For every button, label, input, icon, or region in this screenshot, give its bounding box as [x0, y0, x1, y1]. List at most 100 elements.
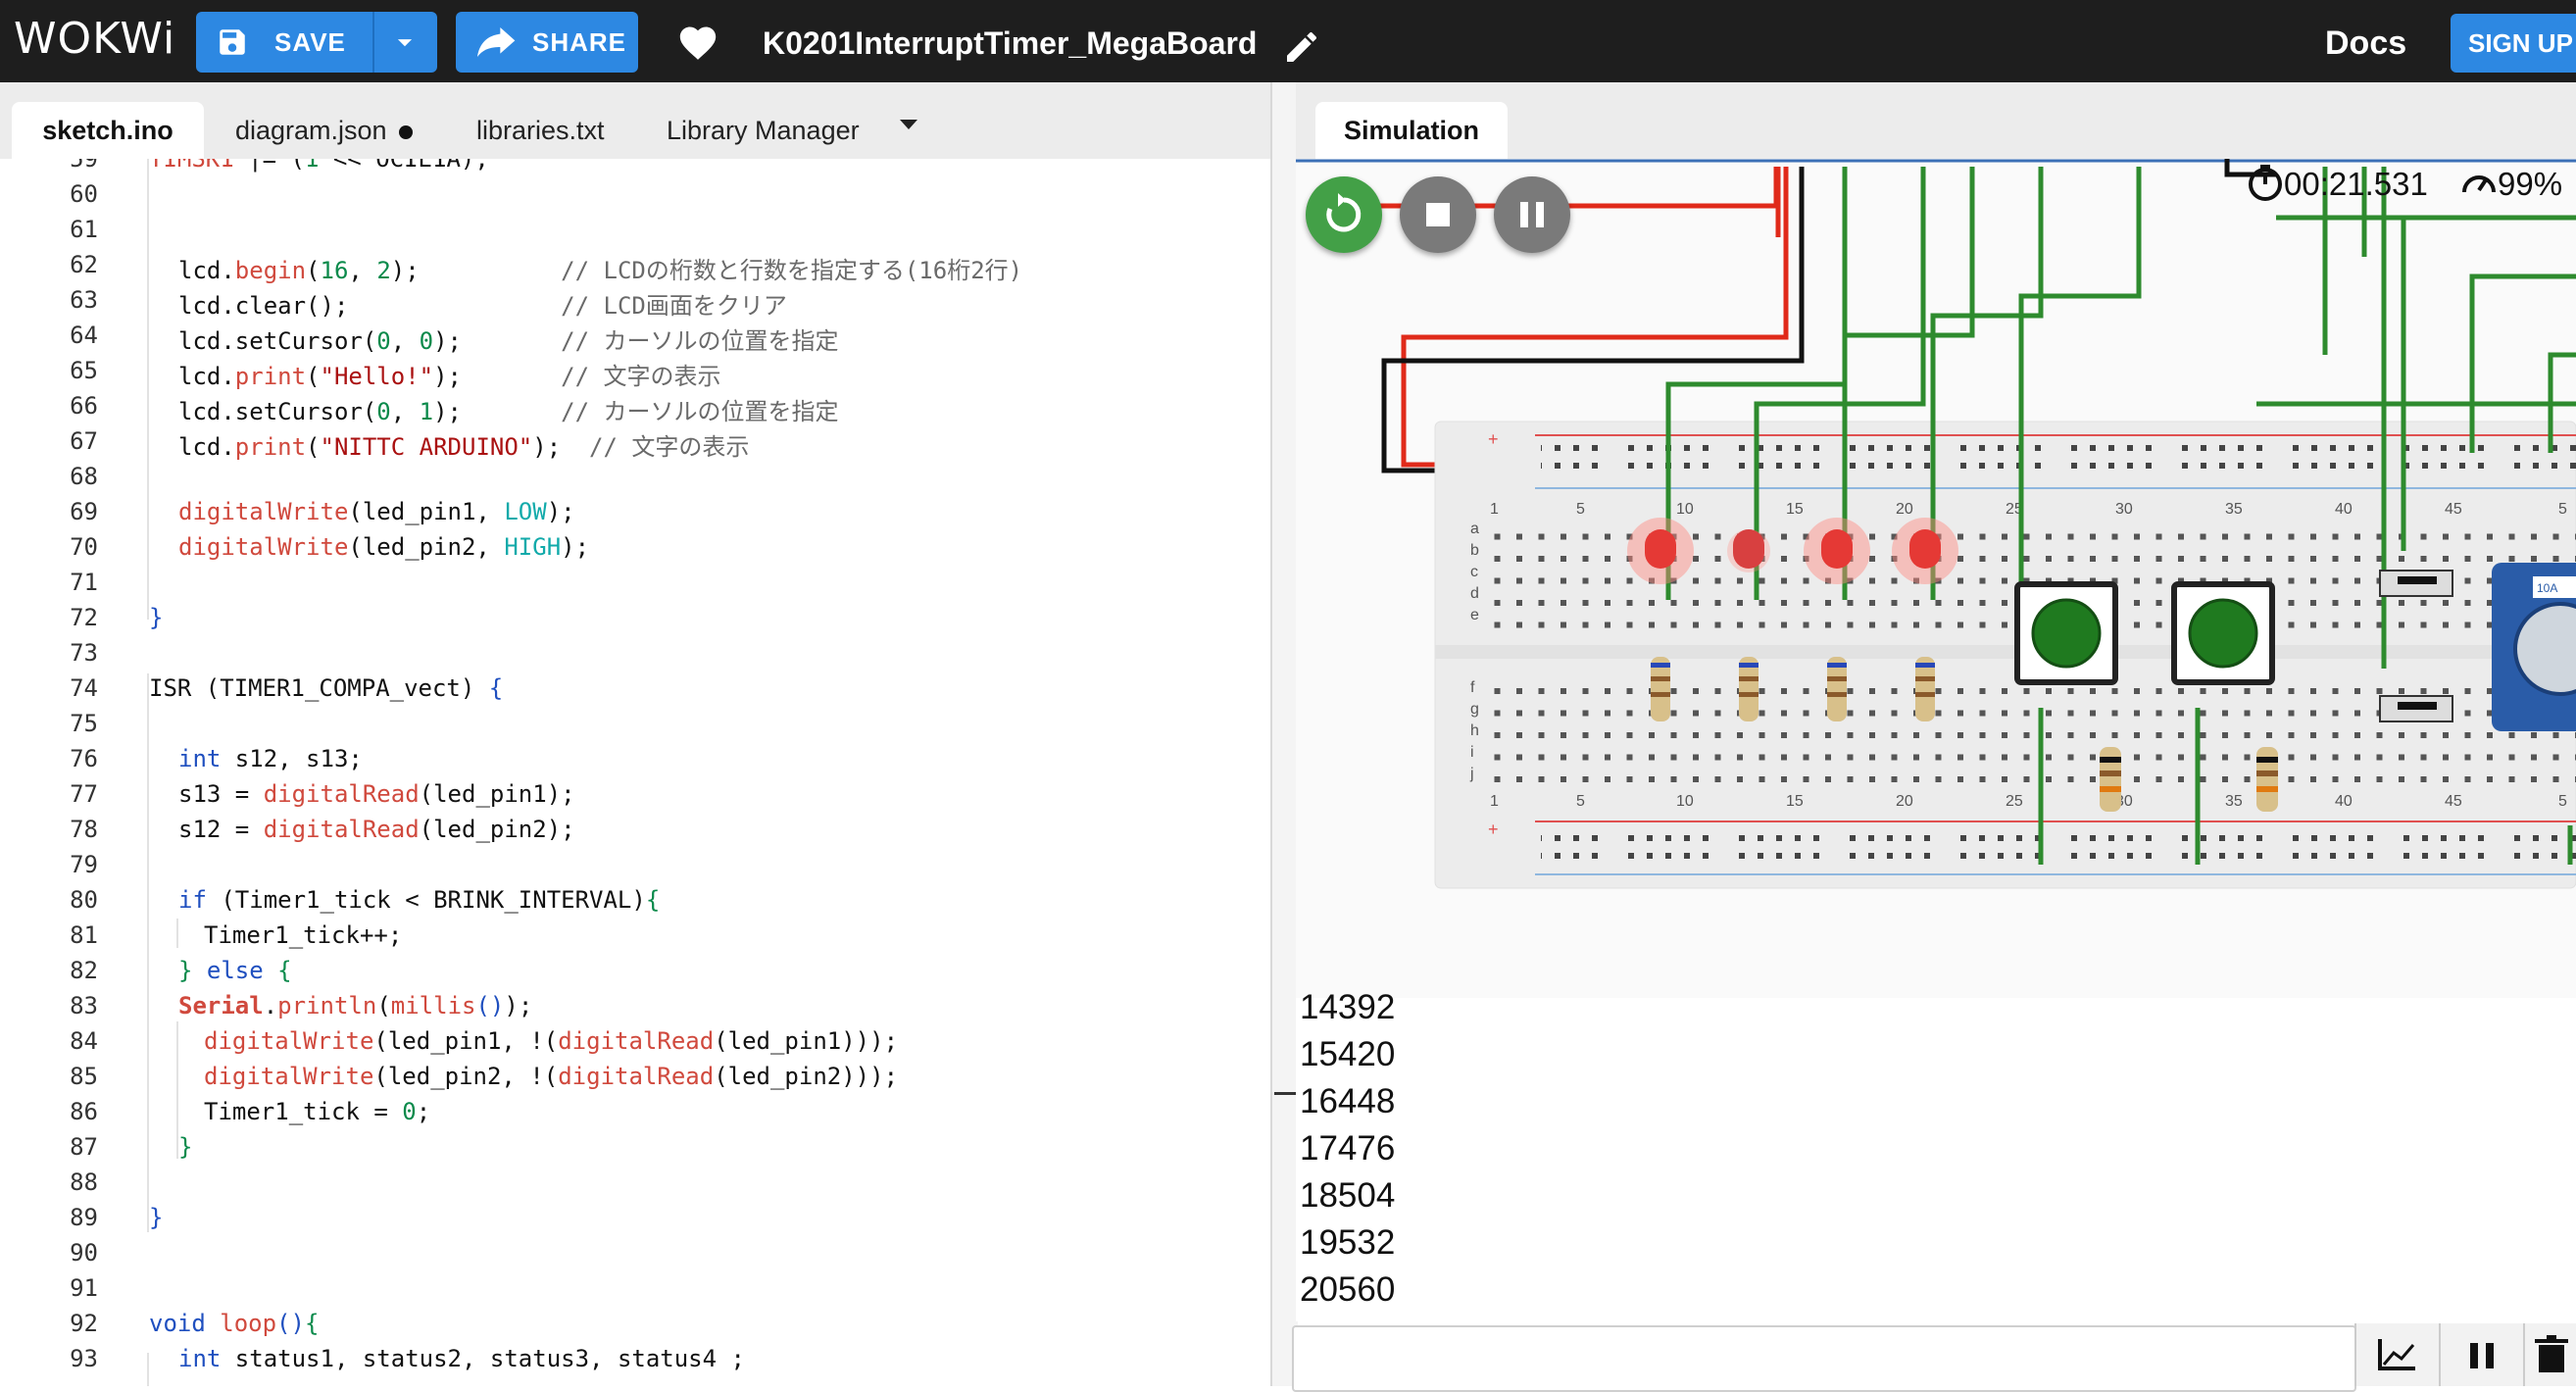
- signup-button[interactable]: SIGN UP: [2451, 14, 2576, 73]
- heart-icon[interactable]: [676, 22, 719, 61]
- rail-plus-label: +: [1488, 820, 1499, 839]
- line-number: 85: [70, 1063, 98, 1090]
- unsaved-dot-icon: [398, 124, 413, 139]
- column-number: 25: [2006, 793, 2023, 810]
- line-number: 90: [70, 1239, 98, 1267]
- line-number: 77: [70, 780, 98, 808]
- code-line: lcd.setCursor(0, 0); // カーソルの位置を指定: [178, 327, 839, 355]
- line-number: 87: [70, 1133, 98, 1161]
- serial-monitor[interactable]: [1296, 998, 2576, 1321]
- line-number: 89: [70, 1204, 98, 1231]
- tab-sketch-ino[interactable]: sketch.ino: [12, 102, 204, 159]
- chevron-down-icon[interactable]: [388, 25, 421, 59]
- line-number: 61: [70, 216, 98, 243]
- stopwatch-icon: [2249, 165, 2282, 201]
- plotter-button[interactable]: [2354, 1323, 2439, 1386]
- column-number: 5: [2558, 793, 2567, 810]
- simulation-timer: 00:21.531: [2247, 157, 2428, 212]
- pencil-icon[interactable]: [1282, 27, 1321, 67]
- divider-grip[interactable]: [1274, 1092, 1298, 1095]
- line-number: 92: [70, 1310, 98, 1337]
- share-button[interactable]: SHARE: [456, 12, 638, 73]
- line-number: 79: [70, 851, 98, 878]
- code-line: int status1, status2, status3, status4 ;: [178, 1345, 745, 1372]
- code-line: digitalWrite(led_pin2, HIGH);: [178, 533, 590, 561]
- row-letter: g: [1470, 701, 1479, 718]
- signup-label: SIGN UP: [2468, 28, 2573, 58]
- rail-plus-label: +: [1488, 429, 1499, 449]
- save-button[interactable]: SAVE: [196, 12, 437, 73]
- pause-button[interactable]: [1494, 176, 1570, 253]
- serial-input[interactable]: [1292, 1325, 2356, 1392]
- line-number: 71: [70, 569, 98, 596]
- wokwi-logo[interactable]: WOKWi: [14, 10, 175, 69]
- column-number: 20: [1896, 793, 1913, 810]
- line-number: 82: [70, 957, 98, 984]
- serial-line: 18504: [1300, 1176, 1396, 1215]
- save-icon: [220, 29, 245, 55]
- red-led: [1733, 529, 1764, 569]
- line-number: 68: [70, 463, 98, 490]
- code-line: Timer1_tick++;: [204, 921, 403, 949]
- code-line: int s12, s13;: [178, 745, 363, 772]
- pause-icon: [2470, 1343, 2494, 1368]
- row-letter: c: [1470, 564, 1478, 580]
- column-number: 45: [2445, 501, 2462, 518]
- row-letter: f: [1470, 679, 1475, 696]
- tabs-dropdown-icon[interactable]: [898, 118, 919, 131]
- code-line: TIMSK1 |= (1 << OCIE1A);: [149, 159, 489, 173]
- column-number: 5: [2558, 501, 2567, 518]
- tab-library-manager[interactable]: Library Manager: [667, 102, 860, 159]
- save-label: SAVE: [274, 27, 346, 57]
- docs-link[interactable]: Docs: [2325, 0, 2406, 86]
- line-number: 83: [70, 992, 98, 1019]
- code-line: if (Timer1_tick < BRINK_INTERVAL){: [178, 886, 661, 914]
- code-line: }: [149, 604, 164, 631]
- tab-diagram-json[interactable]: diagram.json: [235, 102, 413, 159]
- speedometer-icon: [2462, 175, 2496, 193]
- row-letter: b: [1470, 542, 1479, 559]
- tab-libraries-txt[interactable]: libraries.txt: [476, 102, 605, 159]
- code-line: Serial.println(millis());: [178, 992, 533, 1019]
- stop-icon: [1426, 203, 1450, 226]
- code-line: lcd.print("Hello!"); // 文字の表示: [178, 363, 721, 390]
- tab-simulation[interactable]: Simulation: [1315, 102, 1508, 159]
- column-number: 35: [2225, 793, 2243, 810]
- red-led: [1645, 529, 1676, 569]
- column-number: 40: [2335, 501, 2353, 518]
- project-title[interactable]: K0201InterruptTimer_MegaBoard: [763, 0, 1257, 86]
- code-line: lcd.begin(16, 2); // LCDの桁数と行数を指定する(16桁2…: [178, 257, 1023, 284]
- line-number: 88: [70, 1168, 98, 1196]
- restart-button[interactable]: [1306, 176, 1382, 253]
- line-number: 74: [70, 674, 98, 702]
- simulation-canvas[interactable]: + + 1 5 10 15 20 25 30 35 40 45 5 1 5 10…: [1296, 159, 2576, 998]
- code-line: }: [149, 1204, 164, 1231]
- serial-pause-button[interactable]: [2439, 1323, 2523, 1386]
- column-number: 15: [1786, 793, 1804, 810]
- share-label: SHARE: [532, 27, 627, 57]
- panel-resize-divider[interactable]: [1270, 82, 1298, 1386]
- module-label: 10A: [2537, 581, 2557, 595]
- line-number: 66: [70, 392, 98, 420]
- line-number: 75: [70, 710, 98, 737]
- code-editor[interactable]: 59 TIMSK1 |= (1 << OCIE1A); 60 61 62 lcd…: [0, 159, 1270, 1386]
- column-number: 30: [2115, 501, 2133, 518]
- code-line: ISR (TIMER1_COMPA_vect) {: [149, 674, 504, 702]
- column-number: 5: [1576, 501, 1585, 518]
- column-number: 5: [1576, 793, 1585, 810]
- line-number: 91: [70, 1274, 98, 1302]
- resistor: [2256, 747, 2278, 812]
- indent-guide: [147, 159, 149, 620]
- column-number: 40: [2335, 793, 2353, 810]
- line-number: 93: [70, 1345, 98, 1372]
- stop-button[interactable]: [1400, 176, 1476, 253]
- red-led: [1821, 529, 1853, 569]
- timer-value: 00:21.531: [2284, 166, 2428, 202]
- serial-line: 17476: [1300, 1129, 1396, 1168]
- breadboard-center-gap: [1435, 645, 2576, 659]
- column-number: 35: [2225, 501, 2243, 518]
- red-led: [1909, 529, 1941, 569]
- save-divider: [372, 12, 374, 73]
- clear-serial-button[interactable]: [2523, 1323, 2576, 1386]
- line-number: 65: [70, 357, 98, 384]
